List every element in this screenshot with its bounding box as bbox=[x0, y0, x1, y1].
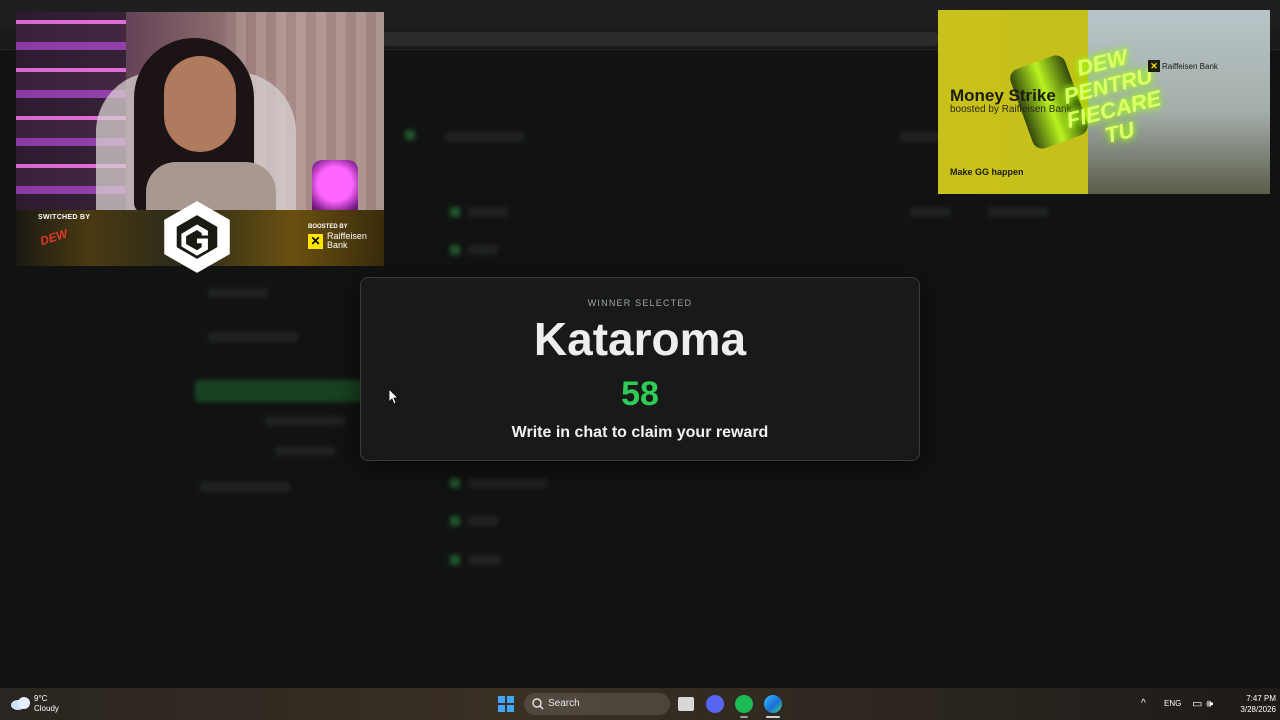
windows-taskbar: 9°C Cloudy Search ^ ENG ▭🕪 7:47 PM 3/28/… bbox=[0, 688, 1280, 720]
language-indicator[interactable]: ENG bbox=[1164, 699, 1181, 708]
ad-title: Money Strike bbox=[950, 86, 1056, 105]
claim-instruction: Write in chat to claim your reward bbox=[511, 424, 769, 441]
setting-label bbox=[208, 332, 298, 342]
url-field[interactable] bbox=[380, 32, 940, 46]
header-count bbox=[900, 132, 940, 142]
search-label: Search bbox=[548, 698, 580, 709]
edge-browser-icon[interactable] bbox=[764, 695, 782, 713]
streamer-webcam bbox=[16, 12, 384, 212]
raiffeisen-mark-icon: ✕ bbox=[1148, 60, 1160, 72]
boosted-by-label: BOOSTED BY bbox=[308, 224, 348, 230]
entry-name bbox=[468, 207, 508, 217]
winner-name: Kataroma bbox=[533, 313, 747, 365]
entry-checkbox bbox=[450, 245, 460, 255]
status-dot bbox=[405, 130, 415, 140]
entry-checkbox bbox=[450, 478, 460, 488]
sponsor-banner: SWITCHED BY DEW BOOSTED BY ✕ Raiffeisen … bbox=[16, 201, 384, 273]
winner-number: 58 bbox=[621, 375, 659, 413]
network-icon[interactable]: ▭ bbox=[1192, 698, 1206, 710]
mouse-cursor-icon bbox=[389, 389, 399, 405]
active-indicator bbox=[766, 716, 780, 718]
entry-name bbox=[468, 245, 498, 255]
secondary-action bbox=[275, 446, 335, 456]
ad-bank-name: Raiffeisen Bank bbox=[1162, 62, 1218, 71]
start-button[interactable] bbox=[498, 696, 514, 712]
ad-cta: Make GG happen bbox=[950, 167, 1024, 177]
mountain-dew-logo: DEW bbox=[38, 226, 70, 249]
participants-header bbox=[445, 132, 525, 142]
raiffeisen-logo-icon: ✕ bbox=[308, 234, 323, 249]
taskbar-search[interactable]: Search bbox=[524, 693, 670, 715]
windows-logo-icon bbox=[498, 696, 505, 703]
running-indicator bbox=[740, 716, 748, 718]
entry-name bbox=[468, 555, 502, 565]
volume-icon[interactable]: 🕪 bbox=[1206, 698, 1217, 710]
clock-time[interactable]: 7:47 PM bbox=[1226, 694, 1276, 703]
gg-logo-icon bbox=[164, 201, 230, 273]
setting-label bbox=[208, 288, 268, 298]
file-explorer-icon[interactable] bbox=[678, 697, 694, 711]
rgb-microphone bbox=[312, 160, 358, 212]
clock-date[interactable]: 3/28/2026 bbox=[1226, 705, 1276, 714]
sponsor-advertisement: Money Strike boosted by Raiffeisen Bank … bbox=[938, 10, 1270, 194]
spotify-icon[interactable] bbox=[735, 695, 753, 713]
cloud-icon[interactable] bbox=[10, 696, 32, 710]
filter-chip bbox=[910, 207, 950, 217]
secondary-action bbox=[265, 416, 345, 426]
discord-icon[interactable] bbox=[706, 695, 724, 713]
system-tray-icons[interactable]: ▭🕪 bbox=[1192, 697, 1217, 711]
filter-chip bbox=[988, 207, 1048, 217]
entry-name bbox=[468, 516, 498, 526]
entry-checkbox bbox=[450, 555, 460, 565]
streamer-face bbox=[164, 56, 236, 152]
switched-by-label: SWITCHED BY bbox=[38, 214, 91, 221]
entry-checkbox bbox=[450, 207, 460, 217]
desktop-screen: SWITCHED BY DEW BOOSTED BY ✕ Raiffeisen … bbox=[0, 0, 1280, 720]
raiffeisen-bank-label: Raiffeisen Bank bbox=[327, 231, 367, 250]
weather-description[interactable]: Cloudy bbox=[34, 704, 59, 713]
winner-modal: WINNER SELECTED Kataroma 58 Write in cha… bbox=[360, 277, 920, 461]
winner-selected-label: WINNER SELECTED bbox=[587, 298, 693, 308]
entry-name bbox=[468, 478, 548, 488]
weather-temperature[interactable]: 9°C bbox=[34, 694, 47, 703]
entry-checkbox bbox=[450, 516, 460, 526]
chevron-up-icon[interactable]: ^ bbox=[1141, 698, 1146, 709]
search-icon bbox=[532, 698, 544, 710]
section-label bbox=[200, 482, 290, 492]
ad-subtitle: boosted by Raiffeisen Bank bbox=[950, 104, 1072, 115]
ad-bank-logo: ✕ Raiffeisen Bank bbox=[1148, 60, 1218, 72]
